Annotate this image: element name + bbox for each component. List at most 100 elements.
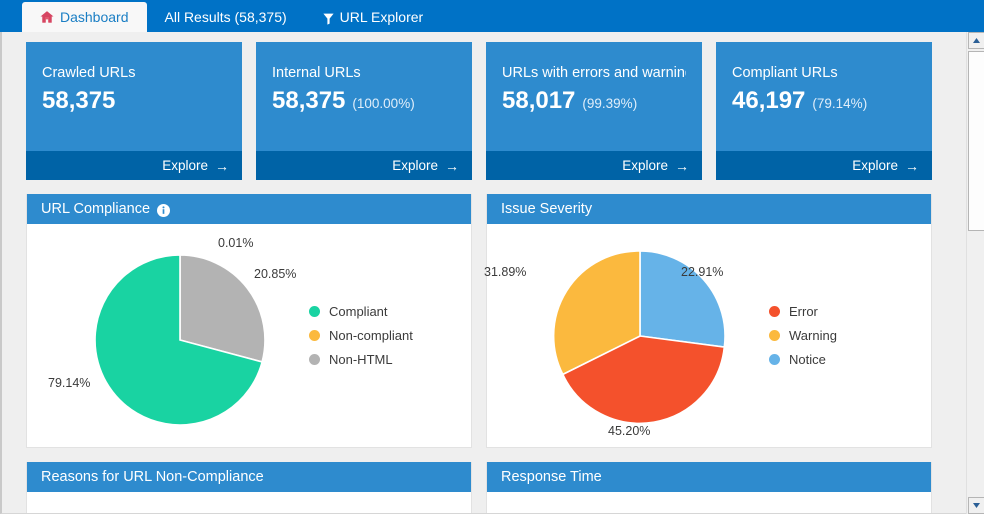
- legend-dot-icon: [309, 306, 320, 317]
- panel-url-compliance: URL Compliance 0.01% 20.85% 79.14% Compl…: [26, 194, 472, 448]
- legend-label: Compliant: [329, 304, 388, 319]
- panel-body: [487, 492, 931, 513]
- tab-dashboard[interactable]: Dashboard: [22, 2, 147, 32]
- kpi-card-urls-with-errors-and-warnings[interactable]: URLs with errors and warnings 58,017 (99…: [486, 42, 702, 180]
- panel-title: Reasons for URL Non-Compliance: [41, 469, 264, 485]
- explore-label: Explore: [162, 158, 208, 173]
- panel-body: 31.89% 22.91% 45.20% Error Warning Notic…: [484, 224, 931, 447]
- pie-label-compliant: 79.14%: [48, 376, 91, 390]
- explore-label: Explore: [622, 158, 668, 173]
- kpi-title: URLs with errors and warnings: [502, 65, 686, 81]
- arrow-right-icon: →: [905, 157, 919, 174]
- kpi-card-internal-urls[interactable]: Internal URLs 58,375 (100.00%) Explore →: [256, 42, 472, 180]
- tab-url-explorer[interactable]: URL Explorer: [305, 2, 442, 32]
- explore-button[interactable]: Explore →: [256, 151, 472, 180]
- scrollbar-track[interactable]: [968, 232, 984, 496]
- legend-item-compliant[interactable]: Compliant: [309, 304, 471, 319]
- pie-label-error: 45.20%: [608, 424, 651, 438]
- panel-title: Issue Severity: [501, 201, 593, 217]
- kpi-value: 46,197: [732, 87, 806, 114]
- panel-header: Response Time: [487, 462, 931, 492]
- panel-body: 0.01% 20.85% 79.14% Compliant Non-compli…: [27, 224, 471, 447]
- filter-icon: [323, 12, 334, 25]
- legend-issue-severity: Error Warning Notice: [765, 304, 931, 367]
- content-viewport: Crawled URLs 58,375 Explore → Internal U…: [0, 32, 984, 514]
- tab-dashboard-label: Dashboard: [60, 9, 129, 25]
- legend-dot-icon: [309, 354, 320, 365]
- explore-button[interactable]: Explore →: [486, 151, 702, 180]
- pie-chart-issue-severity: 31.89% 22.91% 45.20% Error Warning Notic…: [484, 224, 931, 447]
- legend-label: Non-HTML: [329, 352, 393, 367]
- panel-title: URL Compliance: [41, 201, 151, 217]
- chevron-up-icon: [973, 38, 980, 43]
- kpi-title: Internal URLs: [272, 65, 361, 81]
- kpi-title: Compliant URLs: [732, 65, 838, 81]
- pie-label-non-compliant: 0.01%: [218, 236, 254, 250]
- panel-header: Issue Severity: [487, 194, 931, 224]
- legend-label: Error: [789, 304, 818, 319]
- kpi-body: Crawled URLs 58,375: [26, 42, 242, 115]
- chart-panel-row: URL Compliance 0.01% 20.85% 79.14% Compl…: [2, 180, 954, 448]
- scrollbar-thumb[interactable]: [968, 51, 984, 231]
- legend-item-notice[interactable]: Notice: [769, 352, 931, 367]
- kpi-value-row: 58,375: [42, 87, 226, 115]
- kpi-value: 58,375: [42, 87, 116, 114]
- tab-url-explorer-label: URL Explorer: [339, 9, 424, 25]
- tab-bar: Dashboard All Results (58,375) URL Explo…: [0, 0, 984, 32]
- bottom-panel-row: Reasons for URL Non-Compliance Response …: [2, 448, 954, 513]
- kpi-value: 58,375: [272, 87, 346, 114]
- explore-button[interactable]: Explore →: [716, 151, 932, 180]
- legend-item-non-compliant[interactable]: Non-compliant: [309, 328, 471, 343]
- panel-title: Response Time: [501, 469, 602, 485]
- panel-header: URL Compliance: [27, 194, 471, 224]
- kpi-body: Compliant URLs 46,197 (79.14%): [716, 42, 932, 115]
- arrow-right-icon: →: [445, 157, 459, 174]
- legend-url-compliance: Compliant Non-compliant Non-HTML: [305, 304, 471, 367]
- pie-svg: [94, 254, 266, 426]
- pie-label-notice: 22.91%: [681, 265, 724, 279]
- explore-label: Explore: [852, 158, 898, 173]
- legend-item-error[interactable]: Error: [769, 304, 931, 319]
- pie-label-non-html: 20.85%: [254, 267, 297, 281]
- kpi-percent: (100.00%): [352, 96, 415, 111]
- dashboard-app: Dashboard All Results (58,375) URL Explo…: [0, 0, 984, 514]
- kpi-title: Crawled URLs: [42, 65, 136, 81]
- panel-header: Reasons for URL Non-Compliance: [27, 462, 471, 492]
- explore-label: Explore: [392, 158, 438, 173]
- panel-issue-severity: Issue Severity 31.89% 22.91% 45.20% Erro…: [484, 194, 932, 448]
- pie-graphic: 0.01% 20.85% 79.14%: [48, 228, 305, 443]
- home-icon: [40, 10, 54, 24]
- vertical-scrollbar[interactable]: [966, 32, 984, 514]
- panel-reasons-for-url-non-compliance: Reasons for URL Non-Compliance: [26, 462, 472, 513]
- pie-svg: [552, 250, 726, 425]
- pie-graphic: 31.89% 22.91% 45.20%: [484, 228, 765, 443]
- legend-dot-icon: [769, 330, 780, 341]
- legend-label: Warning: [789, 328, 837, 343]
- legend-item-warning[interactable]: Warning: [769, 328, 931, 343]
- dashboard-content: Crawled URLs 58,375 Explore → Internal U…: [2, 32, 954, 513]
- kpi-card-crawled-urls[interactable]: Crawled URLs 58,375 Explore →: [26, 42, 242, 180]
- arrow-right-icon: →: [215, 157, 229, 174]
- arrow-right-icon: →: [675, 157, 689, 174]
- legend-dot-icon: [769, 354, 780, 365]
- kpi-body: URLs with errors and warnings 58,017 (99…: [486, 42, 702, 115]
- tab-all-results[interactable]: All Results (58,375): [147, 2, 305, 32]
- legend-dot-icon: [309, 330, 320, 341]
- legend-item-non-html[interactable]: Non-HTML: [309, 352, 471, 367]
- kpi-card-compliant-urls[interactable]: Compliant URLs 46,197 (79.14%) Explore →: [716, 42, 932, 180]
- kpi-value-row: 58,017 (99.39%): [502, 87, 686, 115]
- kpi-percent: (79.14%): [812, 96, 868, 111]
- scroll-down-button[interactable]: [968, 497, 984, 514]
- tab-all-results-label: All Results (58,375): [164, 9, 287, 25]
- pie-chart-url-compliance: 0.01% 20.85% 79.14% Compliant Non-compli…: [27, 224, 471, 447]
- pie-label-warning: 31.89%: [484, 265, 527, 279]
- kpi-body: Internal URLs 58,375 (100.00%): [256, 42, 472, 115]
- kpi-value-row: 46,197 (79.14%): [732, 87, 916, 115]
- legend-label: Non-compliant: [329, 328, 413, 343]
- kpi-value: 58,017: [502, 87, 576, 114]
- info-icon[interactable]: [157, 203, 171, 217]
- scroll-up-button[interactable]: [968, 32, 984, 49]
- explore-button[interactable]: Explore →: [26, 151, 242, 180]
- legend-dot-icon: [769, 306, 780, 317]
- panel-response-time: Response Time: [486, 462, 932, 513]
